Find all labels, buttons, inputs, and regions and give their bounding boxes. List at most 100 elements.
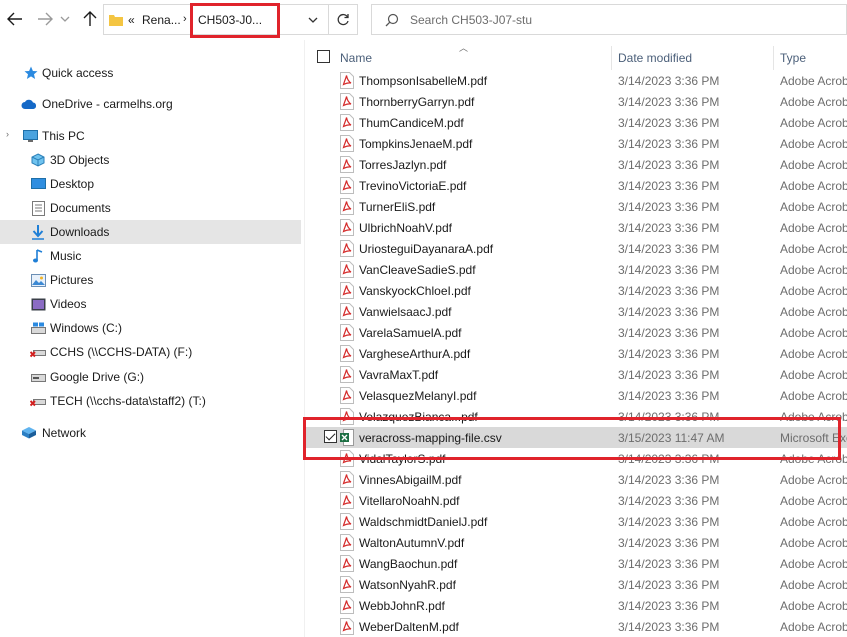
pdf-icon <box>340 450 354 467</box>
file-row[interactable]: VinnesAbigailM.pdf 3/14/2023 3:36 PM Adobe… <box>305 469 847 490</box>
file-row[interactable]: VidalTaylorS.pdf 3/14/2023 3:36 PM Adobe A… <box>305 448 847 469</box>
back-button[interactable] <box>4 8 26 30</box>
refresh-button[interactable] <box>329 4 358 35</box>
nav-pictures[interactable]: Pictures <box>0 268 301 292</box>
file-date-modified: 3/14/2023 3:36 PM <box>618 410 720 424</box>
nav-music[interactable]: Music <box>0 244 301 268</box>
file-name[interactable]: WaltonAutumnV.pdf <box>359 536 464 550</box>
column-resize-handle[interactable] <box>611 46 612 70</box>
file-name[interactable]: WangBaochun.pdf <box>359 557 457 571</box>
file-row[interactable]: WatsonNyahR.pdf 3/14/2023 3:36 PM Adobe Ac… <box>305 574 847 595</box>
file-row[interactable]: TompkinsJenaeM.pdf 3/14/2023 3:36 PM Adobe… <box>305 133 847 154</box>
file-name[interactable]: VanCleaveSadieS.pdf <box>359 263 476 277</box>
file-row[interactable]: ThornberryGarryn.pdf 3/14/2023 3:36 PM Ado… <box>305 91 847 112</box>
file-row[interactable]: UriosteguiDayanaraA.pdf 3/14/2023 3:36 PM… <box>305 238 847 259</box>
file-type: Adobe Acrobat Document <box>780 200 847 214</box>
file-row[interactable]: WaltonAutumnV.pdf 3/14/2023 3:36 PM Adobe … <box>305 532 847 553</box>
star-icon <box>23 65 39 81</box>
nav-videos[interactable]: Videos <box>0 292 301 316</box>
file-type: Microsoft Excel Comma Separated Values F… <box>780 431 847 445</box>
nav-desktop[interactable]: Desktop <box>0 172 301 196</box>
pdf-icon <box>340 618 354 635</box>
nav-cchs-f[interactable]: CCHS (\\CCHS-DATA) (F:) <box>0 340 301 364</box>
file-row[interactable]: VanCleaveSadieS.pdf 3/14/2023 3:36 PM Adob… <box>305 259 847 280</box>
file-name[interactable]: VavraMaxT.pdf <box>359 368 438 382</box>
file-row[interactable]: ThompsonIsabelleM.pdf 3/14/2023 3:36 PM Ad… <box>305 70 847 91</box>
file-row[interactable]: TrevinoVictoriaE.pdf 3/14/2023 3:36 PM Ado… <box>305 175 847 196</box>
collapse-caret-icon[interactable]: › <box>6 129 9 139</box>
file-row[interactable]: VelazquezBianca...pdf 3/14/2023 3:36 PM Ad… <box>305 406 847 427</box>
file-name[interactable]: VitellaroNoahN.pdf <box>359 494 460 508</box>
file-row[interactable]: ThumCandiceM.pdf 3/14/2023 3:36 PM Adobe A… <box>305 112 847 133</box>
column-header-type[interactable]: Type <box>780 51 806 65</box>
file-name[interactable]: UlbrichNoahV.pdf <box>359 221 452 235</box>
column-resize-handle[interactable] <box>773 46 774 70</box>
file-name[interactable]: UriosteguiDayanaraA.pdf <box>359 242 493 256</box>
column-header-date[interactable]: Date modified <box>618 51 692 65</box>
file-name[interactable]: ThumCandiceM.pdf <box>359 116 464 130</box>
file-name[interactable]: VelazquezBianca...pdf <box>359 410 478 424</box>
file-name[interactable]: VanskyockChloeI.pdf <box>359 284 471 298</box>
file-row[interactable]: VavraMaxT.pdf 3/14/2023 3:36 PM Adobe Acro… <box>305 364 847 385</box>
file-name[interactable]: TompkinsJenaeM.pdf <box>359 137 472 151</box>
file-name[interactable]: WebbJohnR.pdf <box>359 599 445 613</box>
nav-network[interactable]: Network <box>0 421 301 445</box>
breadcrumb-separator[interactable]: › <box>183 13 187 25</box>
file-date-modified: 3/14/2023 3:36 PM <box>618 515 720 529</box>
breadcrumb-overflow[interactable]: « <box>128 13 135 27</box>
nav-downloads[interactable]: Downloads <box>0 220 301 244</box>
breadcrumb-parent[interactable]: Rena... <box>142 13 181 27</box>
nav-onedrive[interactable]: OneDrive - carmelhs.org <box>0 92 301 116</box>
file-name[interactable]: VidalTaylorS.pdf <box>359 452 446 466</box>
row-checkbox[interactable] <box>324 430 337 443</box>
nav-windows-c[interactable]: Windows (C:) <box>0 316 301 340</box>
search-placeholder: Search CH503-J07-stu <box>410 13 533 27</box>
file-row[interactable]: WaldschmidtDanielJ.pdf 3/14/2023 3:36 PM A… <box>305 511 847 532</box>
nav-documents[interactable]: Documents <box>0 196 301 220</box>
file-row[interactable]: TurnerEliS.pdf 3/14/2023 3:36 PM Adobe Acr… <box>305 196 847 217</box>
nav-google-drive-g[interactable]: Google Drive (G:) <box>0 365 301 389</box>
file-name[interactable]: TurnerEliS.pdf <box>359 200 435 214</box>
nav-tech-t[interactable]: TECH (\\cchs-data\staff2) (T:) <box>0 389 301 413</box>
nav-this-pc[interactable]: › This PC <box>0 124 301 148</box>
file-name[interactable]: VargheseArthurA.pdf <box>359 347 470 361</box>
file-row[interactable]: WebbJohnR.pdf 3/14/2023 3:36 PM Adobe Acro… <box>305 595 847 616</box>
column-header-name[interactable]: Name <box>340 51 372 65</box>
file-row[interactable]: TorresJazlyn.pdf 3/14/2023 3:36 PM Adobe A… <box>305 154 847 175</box>
file-row[interactable]: veracross-mapping-file.csv 3/15/2023 11:4… <box>305 427 847 448</box>
search-box[interactable]: Search CH503-J07-stu <box>371 4 847 35</box>
file-row[interactable]: VanwielsaacJ.pdf 3/14/2023 3:36 PM Adobe A… <box>305 301 847 322</box>
select-all-checkbox[interactable] <box>317 50 330 63</box>
address-dropdown-button[interactable] <box>304 12 322 28</box>
nav-label: OneDrive - carmelhs.org <box>42 97 173 111</box>
file-row[interactable]: VitellaroNoahN.pdf 3/14/2023 3:36 PM Adobe… <box>305 490 847 511</box>
file-row[interactable]: VarelaSamuelA.pdf 3/14/2023 3:36 PM Adobe … <box>305 322 847 343</box>
file-name[interactable]: TorresJazlyn.pdf <box>359 158 446 172</box>
recent-locations-button[interactable] <box>58 8 72 30</box>
file-row[interactable]: WangBaochun.pdf 3/14/2023 3:36 PM Adobe Ac… <box>305 553 847 574</box>
file-name[interactable]: WaldschmidtDanielJ.pdf <box>359 515 487 529</box>
file-row[interactable]: UlbrichNoahV.pdf 3/14/2023 3:36 PM Adobe A… <box>305 217 847 238</box>
file-name[interactable]: VanwielsaacJ.pdf <box>359 305 452 319</box>
file-row[interactable]: VanskyockChloeI.pdf 3/14/2023 3:36 PM Adob… <box>305 280 847 301</box>
file-name[interactable]: ThornberryGarryn.pdf <box>359 95 474 109</box>
file-name[interactable]: veracross-mapping-file.csv <box>359 431 502 445</box>
nav-label: Videos <box>50 297 87 311</box>
file-name[interactable]: VinnesAbigailM.pdf <box>359 473 462 487</box>
file-row[interactable]: VelasquezMelanyI.pdf 3/14/2023 3:36 PM Ado… <box>305 385 847 406</box>
file-row[interactable]: WeberDaltenM.pdf 3/14/2023 3:36 PM Adobe A… <box>305 616 847 637</box>
nav-3d-objects[interactable]: 3D Objects <box>0 148 301 172</box>
file-name[interactable]: VarelaSamuelA.pdf <box>359 326 462 340</box>
file-name[interactable]: WatsonNyahR.pdf <box>359 578 456 592</box>
file-name[interactable]: WeberDaltenM.pdf <box>359 620 459 634</box>
file-name[interactable]: TrevinoVictoriaE.pdf <box>359 179 466 193</box>
forward-button[interactable] <box>34 8 56 30</box>
network-drive-disconnected-icon <box>30 344 46 360</box>
nav-quick-access[interactable]: Quick access <box>0 61 301 85</box>
file-row[interactable]: VargheseArthurA.pdf 3/14/2023 3:36 PM Adob… <box>305 343 847 364</box>
file-name[interactable]: ThompsonIsabelleM.pdf <box>359 74 487 88</box>
file-name[interactable]: VelasquezMelanyI.pdf <box>359 389 476 403</box>
file-type: Adobe Acrobat Document <box>780 578 847 592</box>
navigation-toolbar: « Rena... › CH503-J0... Search CH503-J07… <box>0 0 847 40</box>
up-button[interactable] <box>79 8 101 30</box>
